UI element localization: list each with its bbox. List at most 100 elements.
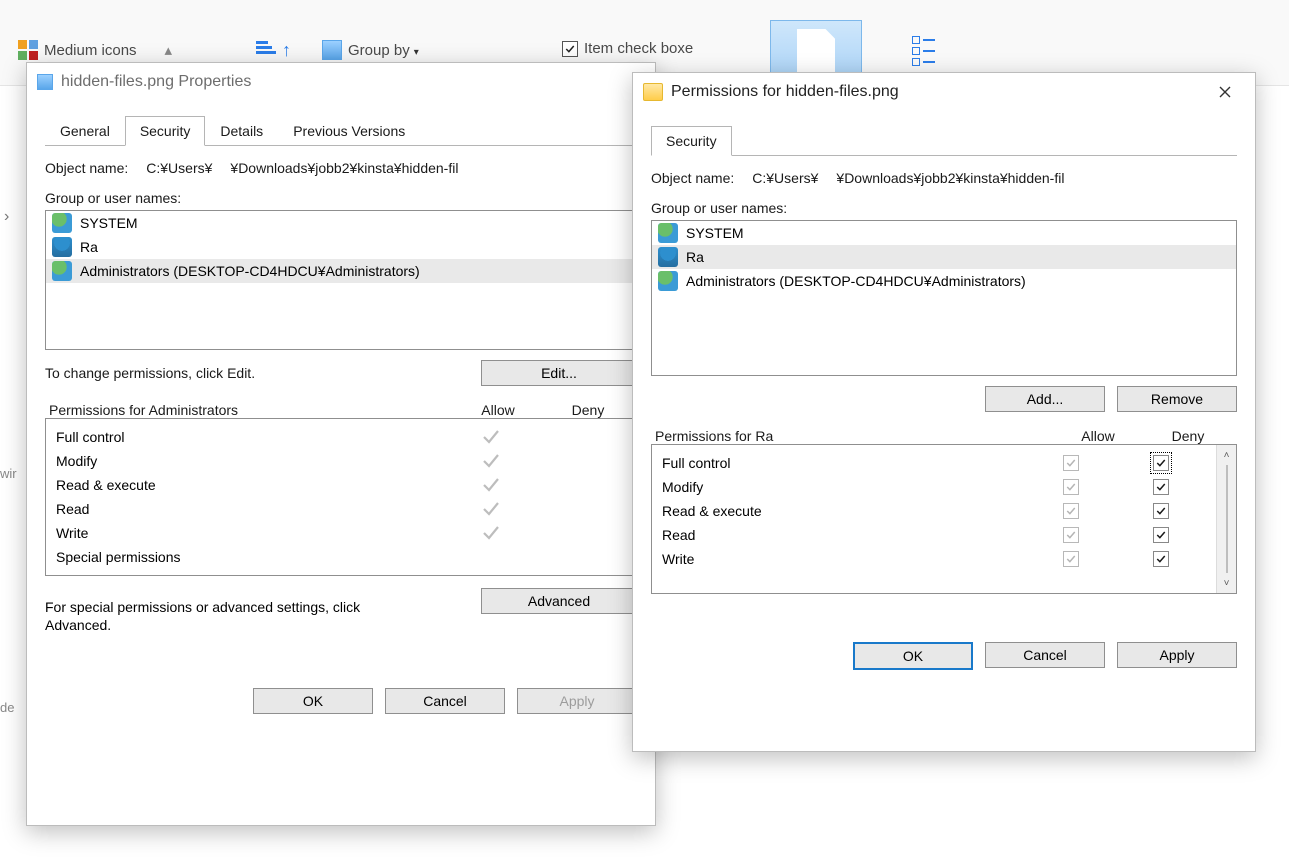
change-permissions-hint: To change permissions, click Edit. xyxy=(45,365,255,381)
users-group-icon xyxy=(658,223,678,243)
permission-row: Read xyxy=(50,497,632,521)
list-item[interactable]: Ra xyxy=(652,245,1236,269)
allow-header: Allow xyxy=(1053,428,1143,444)
deny-checkbox[interactable] xyxy=(1153,503,1169,519)
edit-button[interactable]: Edit... xyxy=(481,360,637,386)
permission-row: Full control xyxy=(656,451,1212,475)
users-group-icon xyxy=(52,213,72,233)
permission-row: Write xyxy=(656,547,1212,571)
tab-security[interactable]: Security xyxy=(651,126,732,156)
allow-cell xyxy=(446,475,536,495)
folder-icon xyxy=(643,83,663,101)
deny-checkbox[interactable] xyxy=(1153,455,1169,471)
permissions-title: Permissions for hidden-files.png xyxy=(671,83,1197,101)
list-item-label: Administrators (DESKTOP-CD4HDCU¥Administ… xyxy=(686,273,1026,289)
users-group-icon xyxy=(658,271,678,291)
apply-button[interactable]: Apply xyxy=(517,688,637,714)
tab-previous-versions[interactable]: Previous Versions xyxy=(278,116,420,146)
scroll-down-icon[interactable]: ˅ xyxy=(1217,573,1236,593)
close-icon xyxy=(1219,86,1231,98)
permission-row: Special permissions xyxy=(50,545,632,569)
checkbox-icon xyxy=(562,41,578,57)
tab-security[interactable]: Security xyxy=(125,116,206,146)
list-item[interactable]: Administrators (DESKTOP-CD4HDCU¥Administ… xyxy=(652,269,1236,293)
groupby-icon xyxy=(322,40,342,60)
scroll-thumb[interactable] xyxy=(1226,465,1228,573)
user-list[interactable]: SYSTEM Ra Administrators (DESKTOP-CD4HDC… xyxy=(45,210,637,350)
allow-cell xyxy=(446,523,536,543)
side-hint-win: wir xyxy=(0,466,17,481)
remove-button[interactable]: Remove xyxy=(1117,386,1237,412)
cancel-button[interactable]: Cancel xyxy=(385,688,505,714)
properties-titlebar[interactable]: hidden-files.png Properties xyxy=(27,63,655,101)
deny-checkbox[interactable] xyxy=(1153,527,1169,543)
permission-row: Read & execute xyxy=(50,473,632,497)
group-or-user-label: Group or user names: xyxy=(651,200,1237,216)
deny-checkbox[interactable] xyxy=(1153,479,1169,495)
ok-button[interactable]: OK xyxy=(853,642,973,670)
permission-row: Write xyxy=(50,521,632,545)
list-item[interactable]: SYSTEM xyxy=(652,221,1236,245)
permission-row: Read & execute xyxy=(656,499,1212,523)
allow-header: Allow xyxy=(453,402,543,418)
grid-icon xyxy=(18,40,38,60)
allow-checkbox[interactable] xyxy=(1063,503,1079,519)
permission-row: Read xyxy=(656,523,1212,547)
list-item[interactable]: Ra xyxy=(46,235,636,259)
allow-cell xyxy=(446,451,536,471)
advanced-hint: For special permissions or advanced sett… xyxy=(45,598,405,634)
properties-dialog: hidden-files.png Properties General Secu… xyxy=(26,62,656,826)
deny-header: Deny xyxy=(1143,428,1233,444)
apply-button[interactable]: Apply xyxy=(1117,642,1237,668)
deny-header: Deny xyxy=(543,402,633,418)
object-name-path-2: ¥Downloads¥jobb2¥kinsta¥hidden-fil xyxy=(836,170,1064,186)
ribbon-sort-icon[interactable]: ↑ xyxy=(256,40,291,61)
permissions-titlebar[interactable]: Permissions for hidden-files.png xyxy=(633,73,1255,111)
permission-name: Write xyxy=(56,525,446,541)
permission-row: Modify xyxy=(656,475,1212,499)
permissions-header: Permissions for Ra xyxy=(655,428,1053,444)
cancel-button[interactable]: Cancel xyxy=(985,642,1105,668)
object-name-path-1: C:¥Users¥ xyxy=(752,170,818,186)
spinner-up-icon[interactable]: ▴ xyxy=(165,41,173,59)
ribbon-item-checkboxes-label: Item check boxe xyxy=(584,40,693,57)
object-name-label: Object name: xyxy=(45,160,128,176)
permissions-box: Full control Modify Read & executeRead Writ… xyxy=(651,444,1237,594)
allow-checkbox[interactable] xyxy=(1063,551,1079,567)
permission-name: Modify xyxy=(662,479,1026,495)
permission-row: Modify xyxy=(50,449,632,473)
allow-checkbox[interactable] xyxy=(1063,479,1079,495)
permission-name: Modify xyxy=(56,453,446,469)
permission-name: Full control xyxy=(56,429,446,445)
properties-title: hidden-files.png Properties xyxy=(61,73,645,91)
list-item[interactable]: Administrators (DESKTOP-CD4HDCU¥Administ… xyxy=(46,259,636,283)
checklist-icon[interactable] xyxy=(912,36,936,60)
close-button[interactable] xyxy=(1205,78,1245,106)
list-item-label: SYSTEM xyxy=(80,215,138,231)
allow-checkbox[interactable] xyxy=(1063,455,1079,471)
deny-checkbox[interactable] xyxy=(1153,551,1169,567)
object-name-path-2: ¥Downloads¥jobb2¥kinsta¥hidden-fil xyxy=(230,160,458,176)
scrollbar[interactable]: ˄ ˅ xyxy=(1216,445,1236,593)
add-button[interactable]: Add... xyxy=(985,386,1105,412)
tab-general[interactable]: General xyxy=(45,116,125,146)
sort-lines-icon xyxy=(256,41,276,61)
ribbon-group-by[interactable]: Group by xyxy=(322,40,419,60)
group-or-user-label: Group or user names: xyxy=(45,190,637,206)
ribbon-item-checkboxes[interactable]: Item check boxe xyxy=(562,40,693,57)
list-item[interactable]: SYSTEM xyxy=(46,211,636,235)
object-name-path-1: C:¥Users¥ xyxy=(146,160,212,176)
side-hint-del: de xyxy=(0,700,14,715)
permission-name: Write xyxy=(662,551,1026,567)
user-list[interactable]: SYSTEM Ra Administrators (DESKTOP-CD4HDC… xyxy=(651,220,1237,376)
allow-checkbox[interactable] xyxy=(1063,527,1079,543)
file-icon xyxy=(37,74,53,90)
nav-forward-chevron-icon[interactable]: › xyxy=(4,208,9,226)
scroll-up-icon[interactable]: ˄ xyxy=(1217,445,1236,465)
permissions-box: Full control Modify Read & executeRead Writ… xyxy=(45,418,637,576)
list-item-label: Administrators (DESKTOP-CD4HDCU¥Administ… xyxy=(80,263,420,279)
advanced-button[interactable]: Advanced xyxy=(481,588,637,614)
ok-button[interactable]: OK xyxy=(253,688,373,714)
ribbon-medium-icons[interactable]: Medium icons ▴ xyxy=(18,40,172,60)
tab-details[interactable]: Details xyxy=(205,116,278,146)
